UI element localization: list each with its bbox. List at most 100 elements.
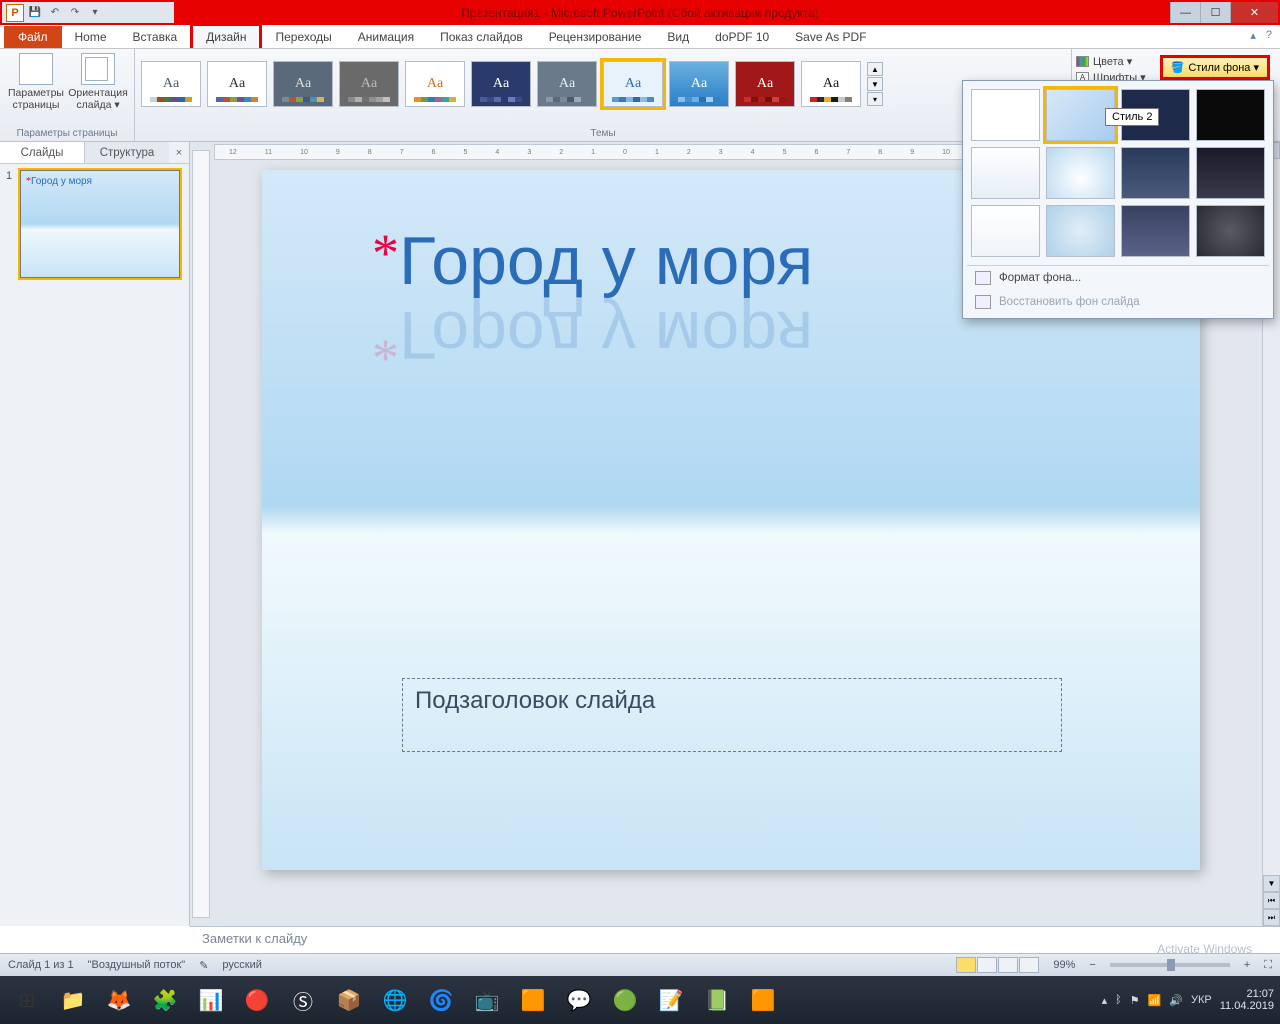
bg-style-9[interactable]	[971, 205, 1040, 257]
taskbar-app-10[interactable]: 📺	[466, 981, 508, 1019]
taskbar-app-2[interactable]: 🦊	[98, 981, 140, 1019]
theme-thumb-0[interactable]: Aa	[141, 61, 201, 107]
maximize-button[interactable]: ☐	[1200, 2, 1230, 23]
taskbar-app-9[interactable]: 🌀	[420, 981, 462, 1019]
slide-title[interactable]: *Город у моря	[372, 222, 813, 300]
bg-style-12[interactable]	[1196, 205, 1265, 257]
taskbar-app-11[interactable]: 🟧	[512, 981, 554, 1019]
zoom-slider[interactable]	[1110, 963, 1230, 967]
theme-nav-2[interactable]: ▾	[867, 92, 883, 106]
window-buttons: — ☐ ✕	[1170, 2, 1278, 23]
save-icon[interactable]: 💾	[26, 4, 44, 22]
minimize-ribbon-icon[interactable]: ▴	[1250, 29, 1256, 42]
tray-up-icon[interactable]: ▴	[1102, 994, 1108, 1007]
tab-outline[interactable]: Структура	[85, 142, 169, 163]
bg-style-8[interactable]	[1196, 147, 1265, 199]
tray-clock[interactable]: 21:0711.04.2019	[1220, 988, 1274, 1012]
taskbar-app-4[interactable]: 📊	[190, 981, 232, 1019]
bg-style-7[interactable]	[1121, 147, 1190, 199]
help-icon[interactable]: ?	[1266, 29, 1272, 42]
bg-style-10[interactable]	[1046, 205, 1115, 257]
taskbar-app-16[interactable]: 🟧	[742, 981, 784, 1019]
slide-thumbnail-1[interactable]: 1 *Город у моря	[6, 170, 183, 278]
reading-view-button[interactable]	[998, 957, 1018, 973]
bg-style-6[interactable]	[1046, 147, 1115, 199]
bg-tooltip: Стиль 2	[1105, 108, 1159, 126]
theme-nav-1[interactable]: ▼	[867, 77, 883, 91]
next-slide-icon[interactable]: ⏭	[1263, 909, 1280, 926]
theme-thumb-2[interactable]: Aa	[273, 61, 333, 107]
theme-thumb-9[interactable]: Aa	[735, 61, 795, 107]
taskbar-app-3[interactable]: 🧩	[144, 981, 186, 1019]
taskbar-app-7[interactable]: 📦	[328, 981, 370, 1019]
theme-thumb-7[interactable]: Aa	[603, 61, 663, 107]
sorter-view-button[interactable]	[977, 957, 997, 973]
tab-переходы[interactable]: Переходы	[262, 26, 344, 48]
tab-slides[interactable]: Слайды	[0, 142, 85, 163]
background-styles-button[interactable]: 🪣 Стили фона ▾	[1160, 55, 1270, 80]
bg-style-4[interactable]	[1196, 89, 1265, 141]
taskbar-app-1[interactable]: 📁	[52, 981, 94, 1019]
theme-thumb-6[interactable]: Aa	[537, 61, 597, 107]
close-button[interactable]: ✕	[1230, 2, 1278, 23]
redo-icon[interactable]: ↷	[66, 4, 84, 22]
theme-thumb-8[interactable]: Aa	[669, 61, 729, 107]
fit-to-window-button[interactable]: ⛶	[1264, 959, 1272, 972]
bg-style-5[interactable]	[971, 147, 1040, 199]
theme-thumb-1[interactable]: Aa	[207, 61, 267, 107]
bg-style-1[interactable]	[971, 89, 1040, 141]
view-buttons	[956, 957, 1039, 973]
tab-dopdf-10[interactable]: doPDF 10	[702, 26, 782, 48]
file-tab[interactable]: Файл	[4, 26, 62, 48]
slide-subtitle-placeholder[interactable]: Подзаголовок слайда	[402, 678, 1062, 752]
taskbar-app-14[interactable]: 📝	[650, 981, 692, 1019]
theme-thumb-4[interactable]: Aa	[405, 61, 465, 107]
tab-вид[interactable]: Вид	[654, 26, 702, 48]
taskbar-app-8[interactable]: 🌐	[374, 981, 416, 1019]
bg-style-2[interactable]: Стиль 2	[1046, 89, 1115, 141]
taskbar-app-0[interactable]: ⊞	[6, 981, 48, 1019]
tab-рецензирование[interactable]: Рецензирование	[536, 26, 655, 48]
bg-style-11[interactable]	[1121, 205, 1190, 257]
zoom-out-button[interactable]: −	[1089, 959, 1095, 971]
reset-bg-icon	[975, 295, 991, 309]
slide-orientation-button[interactable]: Ориентация слайда ▾	[68, 53, 128, 111]
theme-thumb-5[interactable]: Aa	[471, 61, 531, 107]
scroll-down-icon[interactable]: ▼	[1263, 875, 1280, 892]
tray-network-icon[interactable]: 📶	[1148, 994, 1162, 1007]
prev-slide-icon[interactable]: ⏮	[1263, 892, 1280, 909]
slideshow-view-button[interactable]	[1019, 957, 1039, 973]
qat-more-icon[interactable]: ▾	[86, 4, 104, 22]
tab-вставка[interactable]: Вставка	[120, 26, 191, 48]
tray-flag-icon[interactable]: ⚑	[1130, 994, 1140, 1007]
group-label-page-setup: Параметры страницы	[6, 126, 128, 141]
taskbar-app-5[interactable]: 🔴	[236, 981, 278, 1019]
tray-bluetooth-icon[interactable]: ᛒ	[1115, 994, 1122, 1006]
undo-icon[interactable]: ↶	[46, 4, 64, 22]
zoom-in-button[interactable]: +	[1244, 959, 1250, 971]
format-background-item[interactable]: Формат фона...	[967, 266, 1269, 290]
taskbar-app-6[interactable]: Ⓢ	[282, 981, 324, 1019]
normal-view-button[interactable]	[956, 957, 976, 973]
colors-button[interactable]: Цвета ▾	[1076, 55, 1152, 68]
minimize-button[interactable]: —	[1170, 2, 1200, 23]
taskbar-app-12[interactable]: 💬	[558, 981, 600, 1019]
zoom-level[interactable]: 99%	[1053, 959, 1075, 971]
page-params-button[interactable]: Параметры страницы	[6, 53, 66, 111]
tab-анимация[interactable]: Анимация	[345, 26, 427, 48]
tab-home[interactable]: Home	[62, 26, 120, 48]
theme-thumb-10[interactable]: Aa	[801, 61, 861, 107]
status-language[interactable]: русский	[222, 959, 261, 971]
tab-save-as-pdf[interactable]: Save As PDF	[782, 26, 879, 48]
tray-volume-icon[interactable]: 🔊	[1169, 994, 1183, 1007]
tab-показ-слайдов[interactable]: Показ слайдов	[427, 26, 536, 48]
theme-nav-0[interactable]: ▲	[867, 62, 883, 76]
tray-language[interactable]: УКР	[1191, 994, 1212, 1006]
taskbar-app-15[interactable]: 📗	[696, 981, 738, 1019]
spellcheck-icon[interactable]: ✎	[199, 959, 208, 972]
taskbar-app-13[interactable]: 🟢	[604, 981, 646, 1019]
theme-thumb-3[interactable]: Aa	[339, 61, 399, 107]
panel-close-button[interactable]: ×	[169, 142, 189, 163]
theme-gallery[interactable]: AaAaAaAaAaAaAaAaAaAaAa▲▼▾	[141, 53, 1065, 107]
tab-дизайн[interactable]: Дизайн	[190, 23, 262, 48]
